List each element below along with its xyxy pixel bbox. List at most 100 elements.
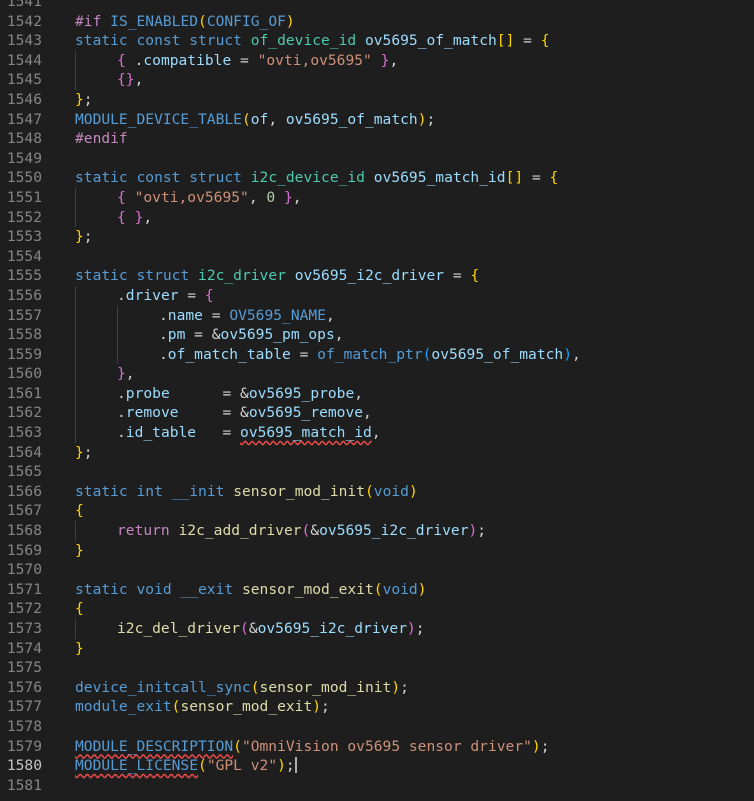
code-token: ,: [248, 188, 267, 206]
code-token: ov5695_i2c_driver: [257, 620, 407, 637]
code-token: of_match_ptr: [317, 345, 423, 363]
code-line[interactable]: 1558 .pm = &ov5695_pm_ops,: [0, 325, 754, 345]
code-token: (: [241, 110, 251, 128]
code-token: ): [531, 737, 541, 755]
code-text: static struct i2c_driver ov5695_i2c_driv…: [75, 266, 479, 286]
code-token: static: [75, 169, 137, 187]
code-line[interactable]: 1555 static struct i2c_driver ov5695_i2c_…: [0, 266, 754, 286]
line-number: 1549: [6, 149, 42, 167]
code-line[interactable]: 1577 module_exit(sensor_mod_exit);: [0, 697, 754, 717]
code-line[interactable]: 1544 { .compatible = "ovti,ov5695" },: [0, 50, 754, 71]
code-text: static int __init sensor_mod_init(void): [75, 482, 418, 502]
code-text: };: [75, 227, 93, 247]
code-line[interactable]: 1565: [0, 462, 754, 482]
code-editor[interactable]: 1541 1542 #if IS_ENABLED(CONFIG_OF) 1543 sta…: [0, 0, 754, 795]
code-line[interactable]: 1567 {: [0, 501, 754, 521]
code-token: ,: [143, 208, 153, 226]
indent-guide: [75, 423, 76, 443]
code-text: }: [75, 541, 84, 561]
code-line[interactable]: 1564};: [0, 443, 754, 463]
code-line[interactable]: 1559 .of_match_table = of_match_ptr(ov569…: [0, 344, 754, 365]
code-line[interactable]: 1562 .remove = &ov5695_remove,: [0, 403, 754, 424]
code-line[interactable]: 1573 i2c_del_driver(&ov5695_i2c_driver);: [0, 619, 754, 639]
indent-guide: [117, 305, 118, 326]
code-token: ;: [426, 110, 436, 128]
line-number: 1552: [6, 208, 42, 226]
code-line[interactable]: 1561 .probe = &ov5695_probe,: [0, 383, 754, 404]
line-number: 1557: [6, 306, 42, 324]
code-line[interactable]: 1578: [0, 717, 754, 737]
code-line[interactable]: 1550 static const struct i2c_device_id ov…: [0, 168, 754, 188]
code-line[interactable]: 1543 static const struct of_device_id ov5…: [0, 31, 754, 51]
code-line[interactable]: 1569}: [0, 541, 754, 561]
code-token: static: [75, 482, 137, 500]
code-line[interactable]: 1579 MODULE_DESCRIPTION("OmniVision ov569…: [0, 737, 754, 757]
code-token: (: [250, 678, 260, 696]
code-line[interactable]: 1568 return i2c_add_driver(&ov5695_i2c_dr…: [0, 521, 754, 541]
code-line[interactable]: 1549: [0, 149, 754, 169]
code-line[interactable]: 1572 {: [0, 599, 754, 619]
code-token: =: [202, 306, 230, 324]
indent-guide: [75, 285, 76, 306]
code-token: __exit: [180, 580, 234, 598]
code-line[interactable]: 1547 MODULE_DEVICE_TABLE(of, ov5695_of_ma…: [0, 110, 754, 130]
code-line[interactable]: 1556 .driver = {: [0, 285, 754, 306]
line-number: 1544: [6, 51, 42, 69]
code-line[interactable]: 1541: [0, 0, 754, 12]
code-token: .: [159, 345, 168, 363]
code-token: ;: [415, 620, 425, 637]
code-line[interactable]: 1580 MODULE_LICENSE("GPL v2");: [0, 756, 754, 776]
code-line[interactable]: 1548 #endif: [0, 129, 754, 149]
code-line[interactable]: 1571 static void __exit sensor_mod_exit(v…: [0, 580, 754, 600]
code-token: driver: [125, 286, 179, 304]
code-token: ): [408, 482, 418, 500]
indent-guide: [117, 344, 118, 365]
code-line[interactable]: 1576 device_initcall_sync(sensor_mod_init…: [0, 678, 754, 698]
indent-guide: [75, 325, 76, 345]
code-token: sensor_mod_exit: [241, 580, 374, 598]
code-line[interactable]: 1554: [0, 247, 754, 267]
code-token: }: [75, 639, 84, 657]
line-number: 1562: [6, 404, 42, 422]
code-text: static const struct of_device_id ov5695_…: [75, 31, 550, 51]
code-line[interactable]: 1545 {},: [0, 70, 754, 90]
code-line[interactable]: 1552 { },: [0, 207, 754, 228]
code-line[interactable]: 1542 #if IS_ENABLED(CONFIG_OF): [0, 12, 754, 32]
code-line[interactable]: 1553};: [0, 227, 754, 247]
code-token: (: [373, 580, 383, 598]
code-line[interactable]: 1557 .name = OV5695_NAME,: [0, 305, 754, 326]
code-token: =: [290, 345, 318, 363]
code-token: ): [285, 12, 295, 30]
code-text: },: [117, 364, 135, 384]
code-token: ): [417, 580, 427, 598]
code-token: probe: [125, 384, 170, 402]
code-line[interactable]: 1551 { "ovti,ov5695", 0 },: [0, 187, 754, 208]
code-line[interactable]: 1560},: [0, 364, 754, 384]
code-token: { }: [117, 208, 144, 226]
code-line[interactable]: 1546};: [0, 90, 754, 110]
code-token: .: [117, 404, 126, 422]
code-text: static const struct i2c_device_id ov5695…: [75, 168, 558, 188]
code-token: sensor_mod_init: [233, 482, 365, 500]
code-token: IS_ENABLED: [110, 12, 199, 30]
code-token: (: [301, 522, 311, 540]
line-number: 1576: [6, 678, 42, 696]
code-line[interactable]: 1566 static int __init sensor_mod_init(vo…: [0, 482, 754, 502]
code-line[interactable]: 1563 .id_table = ov5695_match_id,: [0, 423, 754, 443]
line-number: 1555: [6, 267, 42, 285]
line-number: 1577: [6, 698, 42, 716]
code-line[interactable]: 1575: [0, 658, 754, 678]
code-line[interactable]: 1570: [0, 560, 754, 580]
code-line[interactable]: 1574}: [0, 639, 754, 659]
code-token: of_device_id: [250, 32, 357, 50]
code-token: ,: [134, 71, 144, 89]
code-token: ,: [354, 384, 364, 402]
code-line[interactable]: 1581: [0, 776, 754, 796]
code-token: .: [125, 51, 144, 69]
code-token: struct: [189, 169, 251, 187]
code-token: =: [444, 267, 471, 285]
code-token: MODULE_DESCRIPTION: [75, 737, 234, 755]
code-token: {}: [117, 71, 135, 89]
